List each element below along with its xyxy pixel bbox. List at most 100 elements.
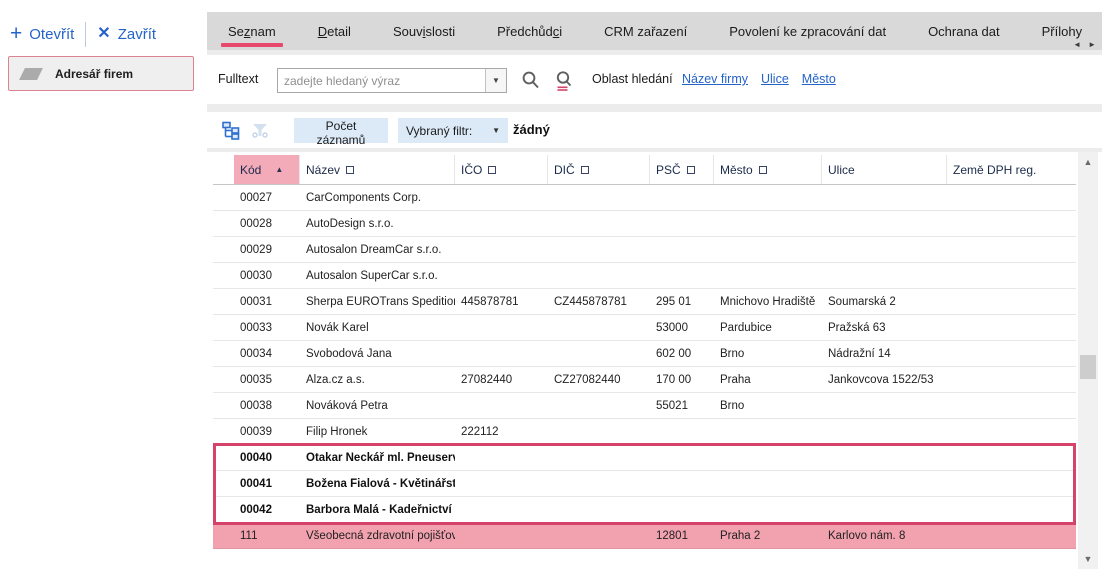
table-row[interactable]: 00028AutoDesign s.r.o. — [213, 211, 1076, 237]
tab-crm-za-azen[interactable]: CRM zařazení — [604, 12, 687, 50]
cell-n-zev: Nováková Petra — [300, 400, 455, 412]
cell-k-d: 00039 — [234, 426, 300, 438]
triangle-up-icon: ▲ — [1084, 157, 1093, 167]
search-marked-button[interactable] — [550, 67, 577, 94]
cell-n-zev: Novák Karel — [300, 322, 455, 334]
close-button[interactable]: ✕ Zavřít — [97, 26, 156, 43]
column-filter-box-icon — [759, 166, 767, 174]
sort-asc-icon: ▲ — [275, 165, 283, 174]
tree-view-button[interactable] — [220, 119, 242, 141]
table-row[interactable]: 00042Barbora Malá - Kadeřnictví — [213, 497, 1076, 523]
cell-ps: 55021 — [650, 400, 714, 412]
column-header-di[interactable]: DIČ — [548, 155, 650, 184]
selected-filter-dropdown[interactable]: Vybraný filtr: ▼ — [398, 118, 508, 143]
cell-k-d: 00029 — [234, 244, 300, 256]
grid-body: 00027CarComponents Corp.00028AutoDesign … — [213, 185, 1076, 549]
table-row[interactable]: 00039Filip Hronek222112 — [213, 419, 1076, 445]
column-header-label: IČO — [461, 163, 482, 177]
tabs-row: Seznam Detail Souvislosti Předchůdci CRM zař… — [207, 12, 1102, 50]
cell-i-o: 222112 — [455, 426, 548, 438]
cell-n-zev: Svobodová Jana — [300, 348, 455, 360]
close-icon: ✕ — [97, 26, 110, 42]
tab-povolen-ke-zpracov-n-dat[interactable]: Povolení ke zpracování dat — [729, 12, 886, 50]
table-row[interactable]: 00038Nováková Petra55021Brno — [213, 393, 1076, 419]
table-panel: Kód▲ Název IČO DIČ PSČ Město Ulice Země DPH reg… — [207, 152, 1102, 569]
column-header-label: Název — [306, 163, 340, 177]
column-header-ulice[interactable]: Ulice — [822, 155, 947, 184]
tab-detail[interactable]: Detail — [318, 12, 351, 50]
scroll-up-button[interactable]: ▲ — [1078, 154, 1098, 170]
table-row[interactable]: 00027CarComponents Corp. — [213, 185, 1076, 211]
cell-k-d: 00031 — [234, 296, 300, 308]
scope-link-m-sto[interactable]: Město — [802, 72, 836, 86]
cell-k-d: 00030 — [234, 270, 300, 282]
selected-filter-value: žádný — [513, 122, 550, 137]
scope-link-ulice[interactable]: Ulice — [761, 72, 789, 86]
cell-k-d: 00035 — [234, 374, 300, 386]
scrollbar-thumb[interactable] — [1080, 355, 1096, 379]
header-indicator-cell — [213, 155, 234, 184]
cell-n-zev: Autosalon SuperCar s.r.o. — [300, 270, 455, 282]
cell-ulice: Jankovcova 1522/53 — [822, 374, 947, 386]
search-underlined-icon — [553, 70, 575, 92]
combobox-dropdown-button[interactable]: ▼ — [485, 69, 506, 92]
cell-k-d: 00028 — [234, 218, 300, 230]
table-row[interactable]: 00034Svobodová Jana602 00BrnoNádražní 14 — [213, 341, 1076, 367]
fulltext-input[interactable] — [278, 69, 485, 92]
cell-k-d: 111 — [234, 530, 300, 542]
cell-ps: 602 00 — [650, 348, 714, 360]
table-row[interactable]: 00040Otakar Neckář ml. Pneuservis — [213, 445, 1076, 471]
tab-souvislosti[interactable]: Souvislosti — [393, 12, 455, 50]
column-header-label: Ulice — [828, 163, 855, 177]
column-header-m-sto[interactable]: Město — [714, 155, 822, 184]
dropdown-arrow-icon: ▼ — [492, 126, 500, 135]
sidebar-item-adresar-firem[interactable]: Adresář firem — [8, 56, 194, 91]
cell-n-zev: Sherpa EUROTrans Spedition — [300, 296, 455, 308]
tab-p-edch-dci[interactable]: Předchůdci — [497, 12, 562, 50]
column-header-i-o[interactable]: IČO — [455, 155, 548, 184]
table-row[interactable]: 00029Autosalon DreamCar s.r.o. — [213, 237, 1076, 263]
table-row[interactable]: 00035Alza.cz a.s.27082440CZ27082440170 0… — [213, 367, 1076, 393]
open-button-label: Otevřít — [29, 26, 74, 43]
vertical-scrollbar[interactable]: ▲ ▼ — [1078, 152, 1098, 569]
left-panel: + Otevřít ✕ Zavřít Adresář firem — [0, 0, 207, 569]
tab-scroll-right-icon[interactable]: ► — [1088, 40, 1096, 49]
tab-seznam[interactable]: Seznam — [228, 12, 276, 50]
scope-link-n-zev-firmy[interactable]: Název firmy — [682, 72, 748, 86]
cell-m-sto: Mnichovo Hradiště — [714, 296, 822, 308]
fulltext-combobox: ▼ — [277, 68, 507, 93]
cell-k-d: 00041 — [234, 478, 300, 490]
tab-ochrana-dat[interactable]: Ochrana dat — [928, 12, 1000, 50]
column-header-ps[interactable]: PSČ — [650, 155, 714, 184]
column-header-label: PSČ — [656, 163, 681, 177]
cell-n-zev: CarComponents Corp. — [300, 192, 455, 204]
table-row[interactable]: 00030Autosalon SuperCar s.r.o. — [213, 263, 1076, 289]
window-actions: + Otevřít ✕ Zavřít — [10, 20, 156, 48]
column-header-n-zev[interactable]: Název — [300, 155, 455, 184]
cell-n-zev: Božena Fialová - Květinářství — [300, 478, 455, 490]
grid-header: Kód▲ Název IČO DIČ PSČ Město Ulice Země DPH reg… — [213, 155, 1076, 185]
cell-i-o: 27082440 — [455, 374, 548, 386]
table-row[interactable]: 111Všeobecná zdravotní pojišťovna12801Pr… — [213, 523, 1076, 549]
tab-scroll-left-icon[interactable]: ◄ — [1073, 40, 1081, 49]
record-count-button[interactable]: Počet záznamů — [294, 118, 388, 143]
selected-filter-label: Vybraný filtr: — [406, 124, 472, 138]
filter-toolbar: Počet záznamů Vybraný filtr: ▼ žádný — [207, 112, 1102, 148]
filter-cut-disabled-icon — [249, 119, 271, 141]
column-header-zem-dph-reg[interactable]: Země DPH reg. — [947, 155, 1076, 184]
cell-m-sto: Brno — [714, 400, 822, 412]
search-button[interactable] — [517, 67, 544, 94]
cell-k-d: 00027 — [234, 192, 300, 204]
table-row[interactable]: 00031Sherpa EUROTrans Spedition445878781… — [213, 289, 1076, 315]
cell-di: CZ27082440 — [548, 374, 650, 386]
chevron-down-icon: ▼ — [492, 76, 500, 85]
column-header-k-d[interactable]: Kód▲ — [234, 155, 300, 184]
cell-k-d: 00033 — [234, 322, 300, 334]
scroll-down-button[interactable]: ▼ — [1078, 551, 1098, 567]
table-row[interactable]: 00041Božena Fialová - Květinářství — [213, 471, 1076, 497]
cell-ps: 53000 — [650, 322, 714, 334]
open-button[interactable]: + Otevřít — [10, 26, 74, 43]
table-row[interactable]: 00033Novák Karel53000PardubicePražská 63 — [213, 315, 1076, 341]
button-divider — [85, 22, 86, 47]
search-scope-label: Oblast hledání — [592, 72, 673, 86]
